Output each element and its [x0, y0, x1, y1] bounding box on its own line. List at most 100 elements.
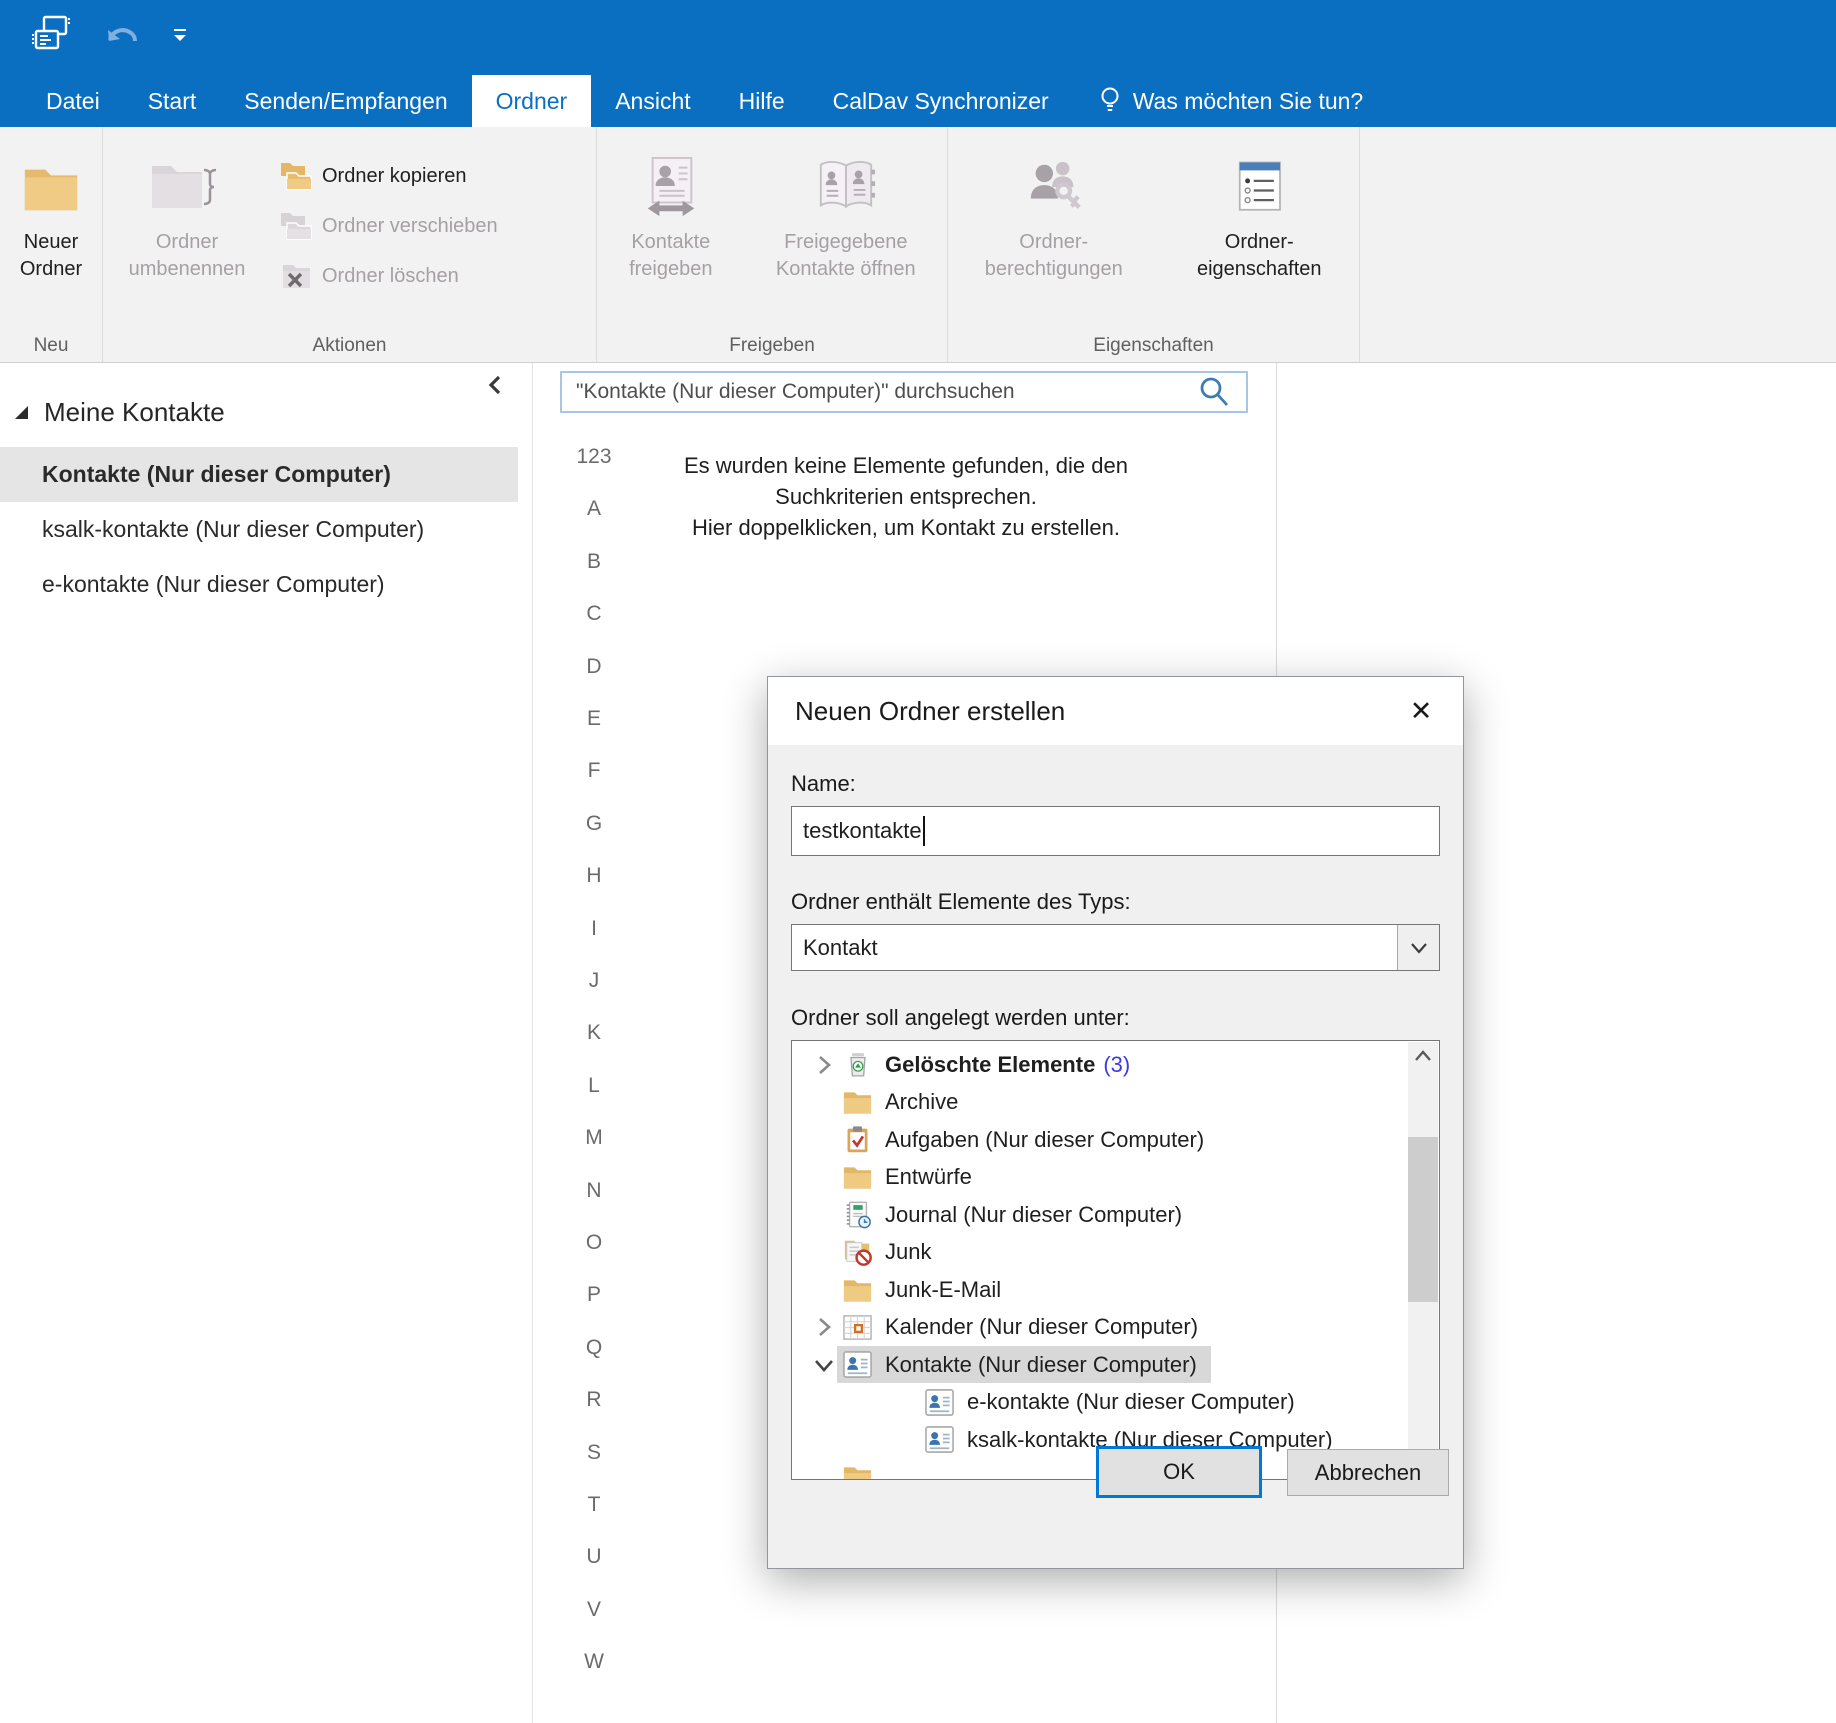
customize-quick-access-caret-icon[interactable]: [172, 28, 188, 44]
scrollbar-thumb[interactable]: [1408, 1137, 1438, 1302]
alphabet-index-v[interactable]: V: [566, 1595, 622, 1625]
journal-icon: [842, 1199, 873, 1230]
tree-item-label: Entwürfe: [885, 1164, 972, 1190]
tab-label: Was möchten Sie tun?: [1133, 88, 1364, 115]
sidebar-item-kontakte-nur-dieser-computer[interactable]: Kontakte (Nur dieser Computer): [0, 447, 518, 502]
alphabet-index-k[interactable]: K: [566, 1018, 622, 1048]
tree-scrollbar[interactable]: [1408, 1042, 1438, 1478]
alphabet-index-h[interactable]: H: [566, 861, 622, 891]
alphabet-index-s[interactable]: S: [566, 1438, 622, 1468]
open-shared-contacts-icon: [815, 145, 877, 229]
ribbon-group-aktionen: OrdnerumbenennenOrdner kopierenOrdner ve…: [103, 127, 597, 362]
tree-item-e-kontakte-nur-dieser-computer[interactable]: e-kontakte (Nur dieser Computer): [792, 1384, 1408, 1422]
alphabet-index-g[interactable]: G: [566, 809, 622, 839]
button-label: Ordner-: [1019, 229, 1088, 256]
sidebar-item-e-kontakte-nur-dieser-computer[interactable]: e-kontakte (Nur dieser Computer): [0, 557, 532, 612]
alphabet-index-j[interactable]: J: [566, 966, 622, 996]
name-label: Name:: [791, 771, 1440, 797]
ribbon-group-neu: NeuerOrdnerNeu: [0, 127, 103, 362]
alphabet-index-o[interactable]: O: [566, 1228, 622, 1258]
ribbon-group-freigeben: KontaktefreigebenFreigegebeneKontakte öf…: [597, 127, 948, 362]
empty-message-line[interactable]: Hier doppelklicken, um Kontakt zu erstel…: [600, 512, 1212, 543]
cancel-button[interactable]: Abbrechen: [1287, 1449, 1449, 1496]
copy-folder-icon: [279, 160, 313, 192]
folder-properties-button[interactable]: Ordner-eigenschaften: [1159, 127, 1359, 325]
tab-senden-empfangen[interactable]: Senden/Empfangen: [220, 75, 471, 127]
tab-hilfe[interactable]: Hilfe: [715, 75, 809, 127]
tab-start[interactable]: Start: [124, 75, 221, 127]
tab-caldav-synchronizer[interactable]: CalDav Synchronizer: [809, 75, 1073, 127]
empty-message-line: Es wurden keine Elemente gefunden, die d…: [600, 450, 1212, 481]
tree-item-junk-e-mail[interactable]: Junk-E-Mail: [792, 1271, 1408, 1309]
folder-permissions-icon: [1023, 145, 1085, 229]
chevron-right-icon[interactable]: [806, 1053, 842, 1077]
tree-item-aufgaben-nur-dieser-computer[interactable]: Aufgaben (Nur dieser Computer): [792, 1121, 1408, 1159]
calendar-icon: [842, 1312, 873, 1343]
tree-item-junk[interactable]: Junk: [792, 1234, 1408, 1272]
sidebar-group-header[interactable]: Meine Kontakte: [0, 391, 532, 433]
delete-folder-button: Ordner löschen: [271, 251, 498, 301]
folder-pane: Meine Kontakte Kontakte (Nur dieser Comp…: [0, 363, 533, 1723]
tree-item-label: Gelöschte Elemente: [885, 1052, 1095, 1078]
ok-button[interactable]: OK: [1096, 1446, 1262, 1498]
tree-item-entwürfe[interactable]: Entwürfe: [792, 1159, 1408, 1197]
tree-item-kontakte-nur-dieser-computer[interactable]: Kontakte (Nur dieser Computer): [792, 1346, 1408, 1384]
text-caret: [923, 816, 925, 846]
tab-ansicht[interactable]: Ansicht: [591, 75, 714, 127]
alphabet-index-e[interactable]: E: [566, 704, 622, 734]
alphabet-index-d[interactable]: D: [566, 652, 622, 682]
alphabet-index-p[interactable]: P: [566, 1280, 622, 1310]
new-folder-button[interactable]: NeuerOrdner: [0, 127, 102, 325]
dialog-title: Neuen Ordner erstellen: [795, 696, 1065, 727]
move-folder-icon: [279, 210, 313, 242]
alphabet-index-w[interactable]: W: [566, 1647, 622, 1677]
tab-ordner[interactable]: Ordner: [472, 75, 592, 127]
sidebar-folder-list: Kontakte (Nur dieser Computer)ksalk-kont…: [0, 447, 532, 612]
chevron-down-icon[interactable]: [1397, 925, 1439, 970]
tree-item-journal-nur-dieser-computer[interactable]: Journal (Nur dieser Computer): [792, 1196, 1408, 1234]
share-contacts-icon: [640, 145, 702, 229]
search-input[interactable]: "Kontakte (Nur dieser Computer)" durchsu…: [560, 371, 1248, 413]
tree-item-kalender-nur-dieser-computer[interactable]: Kalender (Nur dieser Computer): [792, 1309, 1408, 1347]
tree-item-gelöschte-elemente[interactable]: Gelöschte Elemente(3): [792, 1046, 1408, 1084]
alphabet-index-r[interactable]: R: [566, 1385, 622, 1415]
scroll-up-icon[interactable]: [1408, 1042, 1438, 1070]
alphabet-index-c[interactable]: C: [566, 599, 622, 629]
copy-folder-button[interactable]: Ordner kopieren: [271, 151, 498, 201]
ribbon-group-label: Aktionen: [103, 335, 596, 357]
alphabet-index-n[interactable]: N: [566, 1176, 622, 1206]
close-icon[interactable]: ✕: [1393, 677, 1449, 745]
folder-type-select[interactable]: Kontakt: [791, 924, 1440, 971]
folder-location-tree: Gelöschte Elemente(3)ArchiveAufgaben (Nu…: [791, 1040, 1440, 1480]
alphabet-index-m[interactable]: M: [566, 1123, 622, 1153]
alphabet-index-l[interactable]: L: [566, 1071, 622, 1101]
alphabet-index-q[interactable]: Q: [566, 1333, 622, 1363]
minimize-folder-pane-icon[interactable]: [484, 372, 506, 403]
app-windows-icon[interactable]: [30, 13, 72, 59]
alphabet-index-u[interactable]: U: [566, 1542, 622, 1572]
tree-item-archive[interactable]: Archive: [792, 1084, 1408, 1122]
empty-message-line: Suchkriterien entsprechen.: [600, 481, 1212, 512]
rename-folder-icon: [148, 145, 226, 229]
button-label: Ordner-: [1225, 229, 1294, 256]
tab-datei[interactable]: Datei: [22, 75, 124, 127]
tab-was-möchten-sie-tun[interactable]: Was möchten Sie tun?: [1073, 75, 1388, 127]
sidebar-group-title: Meine Kontakte: [44, 397, 225, 428]
alphabet-index-t[interactable]: T: [566, 1490, 622, 1520]
contacts-icon: [924, 1424, 955, 1455]
button-label: Neuer: [24, 229, 78, 256]
sidebar-item-ksalk-kontakte-nur-dieser-computer[interactable]: ksalk-kontakte (Nur dieser Computer): [0, 502, 532, 557]
contacts-icon: [924, 1387, 955, 1418]
tree-item-label: Kalender (Nur dieser Computer): [885, 1314, 1198, 1340]
chevron-right-icon[interactable]: [806, 1315, 842, 1339]
tree-rows: Gelöschte Elemente(3)ArchiveAufgaben (Nu…: [792, 1046, 1408, 1480]
delete-folder-icon: [279, 260, 313, 292]
folder-icon: [842, 1087, 873, 1118]
folder-name-input[interactable]: testkontakte: [791, 806, 1440, 856]
alphabet-index-f[interactable]: F: [566, 756, 622, 786]
button-label: eigenschaften: [1197, 256, 1322, 283]
search-icon[interactable]: [1198, 376, 1230, 408]
alphabet-index-b[interactable]: B: [566, 547, 622, 577]
alphabet-index-i[interactable]: I: [566, 914, 622, 944]
undo-icon[interactable]: [104, 20, 140, 52]
